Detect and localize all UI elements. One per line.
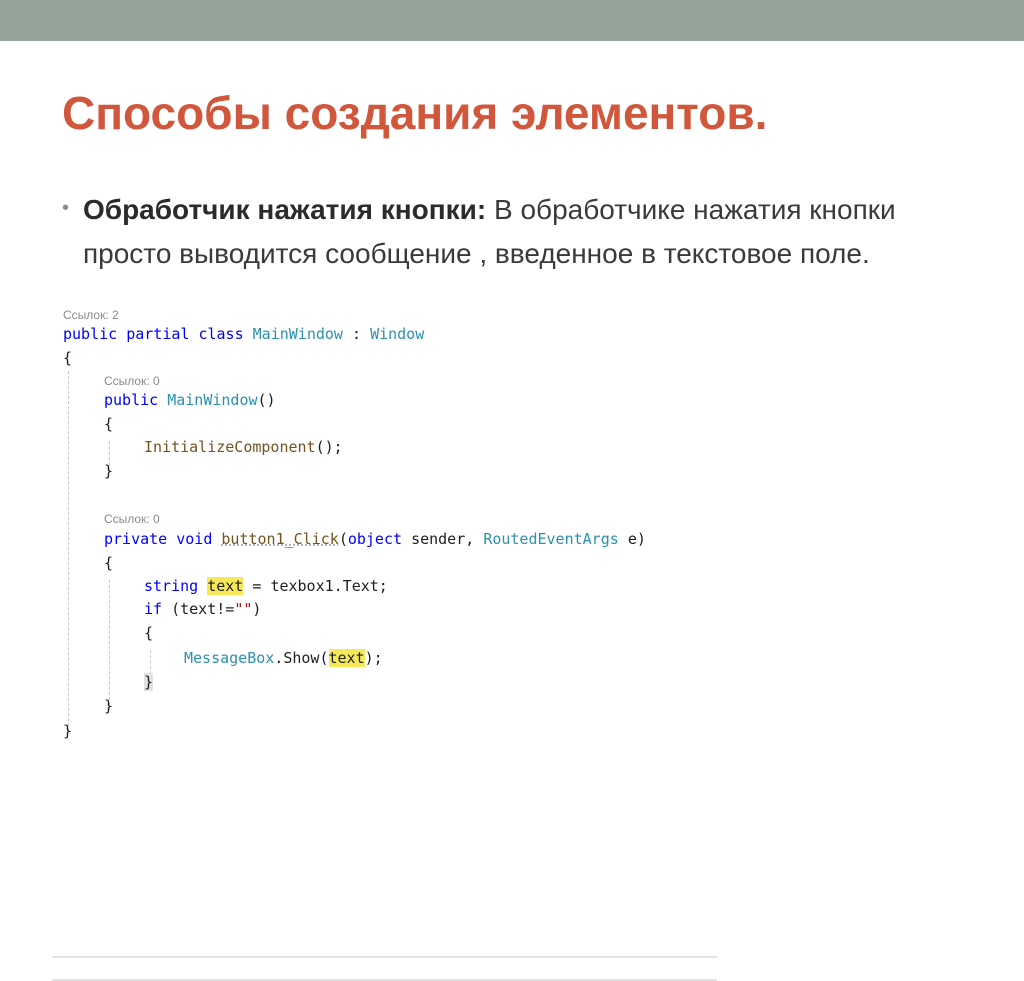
code-lens[interactable]: Ссылок: 0 (104, 512, 160, 527)
code-line: } (63, 720, 72, 743)
code-lens-text: Ссылок: 0 (104, 512, 160, 526)
keyword: string (144, 577, 199, 595)
indent-guide (68, 371, 69, 731)
keyword: private (104, 530, 168, 548)
highlighted-identifier: text (207, 577, 244, 595)
punctuation: ( (338, 530, 348, 548)
top-accent-bar (0, 0, 1024, 41)
bullet-text: Обработчик нажатия кнопки: В обработчике… (62, 188, 982, 276)
punctuation: ) (252, 600, 262, 618)
keyword: void (176, 530, 213, 548)
code-lens[interactable]: Ссылок: 0 (104, 374, 160, 389)
keyword: partial (126, 325, 190, 343)
code-line: InitializeComponent(); (144, 436, 343, 459)
method-name: button1_Click (221, 530, 339, 548)
code-line: private void button1_Click(object sender… (104, 528, 646, 551)
punctuation: () (257, 391, 276, 409)
punctuation: (); (315, 438, 343, 456)
type-name: RoutedEventArgs (483, 530, 619, 548)
bullet-point: • Обработчик нажатия кнопки: В обработчи… (62, 188, 982, 276)
code-line: string text = texbox1.Text; (144, 575, 388, 598)
identifier: sender, (411, 530, 475, 548)
brace: { (144, 624, 154, 642)
punctuation: : (352, 325, 362, 343)
method-name: InitializeComponent (144, 438, 316, 456)
punctuation: ); (364, 649, 383, 667)
type-name: Window (370, 325, 425, 343)
identifier: (text!= (171, 600, 235, 618)
brace: { (104, 415, 114, 433)
code-line: { (104, 413, 113, 436)
brace: { (63, 349, 73, 367)
brace: } (63, 722, 73, 740)
type-name: MessageBox (184, 649, 275, 667)
brace: } (104, 697, 114, 715)
identifier: e) (627, 530, 646, 548)
code-lens-text: Ссылок: 2 (63, 308, 119, 322)
keyword: public (63, 325, 118, 343)
code-editor: Ссылок: 2 public partial class MainWindo… (52, 307, 717, 981)
code-line: } (104, 695, 113, 718)
keyword: if (144, 600, 163, 618)
indent-guide (109, 580, 110, 710)
string-literal: "" (234, 600, 253, 618)
code-line: public partial class MainWindow : Window (63, 323, 424, 346)
code-lens[interactable]: Ссылок: 2 (63, 308, 119, 323)
identifier: texbox1.Text; (270, 577, 388, 595)
code-lens-text: Ссылок: 0 (104, 374, 160, 388)
bullet-bold-label: Обработчик нажатия кнопки: (83, 194, 487, 225)
code-line: public MainWindow() (104, 389, 276, 412)
type-name: MainWindow (167, 391, 258, 409)
punctuation: .Show( (274, 649, 329, 667)
keyword: public (104, 391, 159, 409)
keyword: class (198, 325, 244, 343)
bullet-dot-icon: • (62, 197, 70, 219)
code-line: { (63, 347, 72, 370)
brace: } (104, 462, 114, 480)
slide-title: Способы создания элементов. (62, 87, 768, 139)
code-line: } (104, 460, 113, 483)
keyword: object (347, 530, 403, 548)
code-line: if (text!="") (144, 598, 261, 621)
current-line-highlight (52, 956, 717, 981)
operator: = (252, 577, 262, 595)
brace: { (104, 554, 114, 572)
type-name: MainWindow (252, 325, 343, 343)
highlighted-identifier: text (328, 649, 365, 667)
code-line: { (104, 552, 113, 575)
brace: } (144, 673, 154, 691)
code-line: { (144, 622, 153, 645)
code-line: MessageBox.Show(text); (184, 647, 383, 670)
code-line: } (144, 671, 154, 694)
